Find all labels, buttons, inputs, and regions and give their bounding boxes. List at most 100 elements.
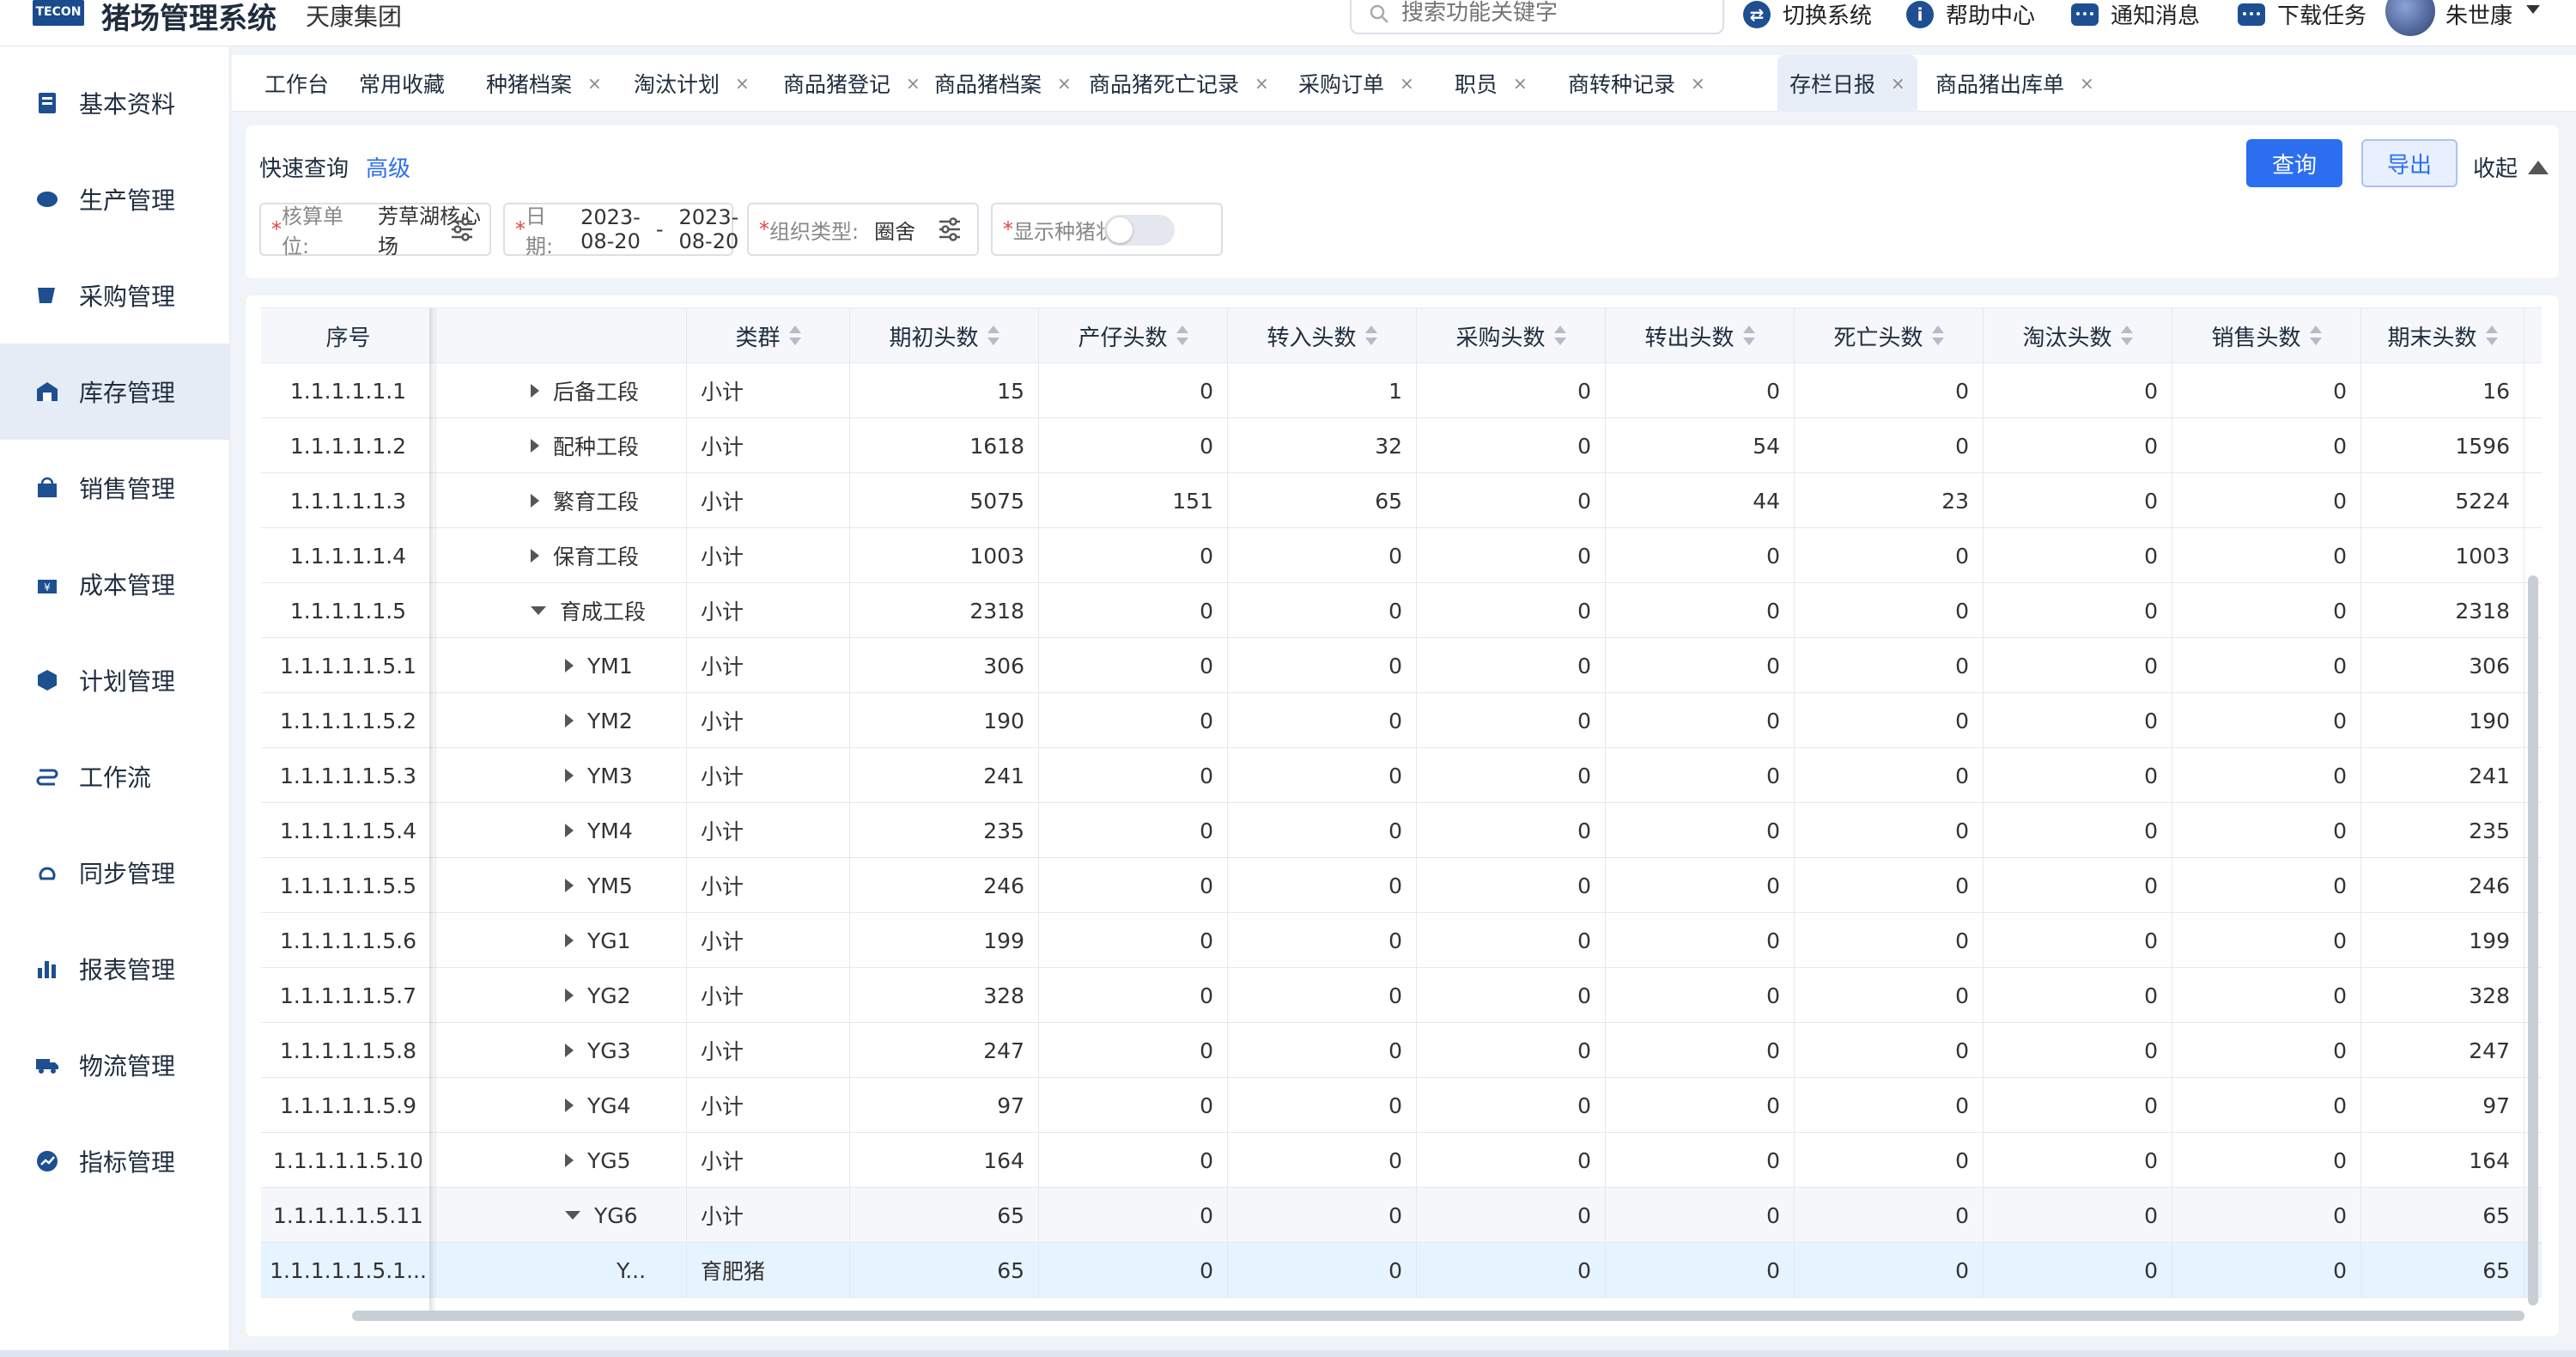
notification-button[interactable]: 通知消息: [2071, 0, 2200, 30]
caret-right-icon[interactable]: [565, 659, 574, 672]
sidebar-item[interactable]: ¥ 成本管理: [0, 536, 230, 632]
caret-right-icon[interactable]: [565, 1153, 574, 1167]
chevron-down-icon[interactable]: [2526, 5, 2540, 14]
tab[interactable]: 商品猪死亡记录 ×: [1077, 55, 1281, 112]
sort-icon[interactable]: [2120, 326, 2133, 346]
table-row[interactable]: 1.1.1.1.1.5.3 YM3 小计 241 0 0 0 0 0 0 0 241: [261, 748, 2542, 803]
column-header[interactable]: 期初头数: [850, 308, 1039, 363]
close-icon[interactable]: ×: [1255, 73, 1269, 94]
close-icon[interactable]: ×: [735, 73, 750, 94]
close-icon[interactable]: ×: [1891, 73, 1905, 94]
table-row[interactable]: 1.1.1.1.1.5.7 YG2 小计 328 0 0 0 0 0 0 0 328: [261, 968, 2542, 1023]
sidebar-item[interactable]: 采购管理: [0, 247, 230, 344]
collapse-button[interactable]: 收起: [2473, 151, 2549, 183]
tab[interactable]: 种猪档案 ×: [474, 55, 614, 112]
switch-system-button[interactable]: ⇄ 切换系统: [1743, 0, 1872, 30]
date-start-value[interactable]: 2023-08-20: [580, 205, 641, 253]
close-icon[interactable]: ×: [1400, 73, 1414, 94]
sidebar-item[interactable]: 报表管理: [0, 921, 230, 1017]
tab[interactable]: 淘汰计划 ×: [622, 55, 762, 112]
download-tasks-button[interactable]: 下载任务: [2238, 0, 2366, 30]
status-toggle[interactable]: [1104, 215, 1175, 246]
caret-right-icon[interactable]: [531, 384, 539, 398]
sidebar-item[interactable]: 指标管理: [0, 1113, 230, 1209]
avatar[interactable]: [2385, 0, 2435, 36]
table-row[interactable]: 1.1.1.1.1.4 保育工段 小计 1003 0 0 0 0 0 0 0 1003: [261, 528, 2542, 583]
caret-right-icon[interactable]: [565, 824, 574, 837]
user-name[interactable]: 朱世康: [2445, 0, 2512, 30]
column-header[interactable]: 死亡头数: [1795, 308, 1984, 363]
close-icon[interactable]: ×: [2080, 73, 2094, 94]
sidebar-item[interactable]: 计划管理: [0, 632, 230, 728]
tab[interactable]: 商转种记录 ×: [1556, 55, 1717, 112]
tab[interactable]: 常用收藏: [347, 55, 457, 112]
table-row[interactable]: 1.1.1.1.1.5.5 YM5 小计 246 0 0 0 0 0 0 0 246: [261, 858, 2542, 913]
table-row[interactable]: 1.1.1.1.1.5.1 YM1 小计 306 0 0 0 0 0 0 0 306: [261, 638, 2542, 693]
tab[interactable]: 职员 ×: [1443, 55, 1540, 112]
caret-right-icon[interactable]: [565, 934, 574, 947]
column-header[interactable]: 期末头数: [2361, 308, 2524, 363]
sidebar-item[interactable]: 基本资料: [0, 55, 230, 151]
table-row[interactable]: 1.1.1.1.1.3 繁育工段 小计 5075 151 65 0 44 23 0 0 5224: [261, 473, 2542, 528]
sort-icon[interactable]: [1553, 326, 1566, 346]
caret-right-icon[interactable]: [565, 769, 574, 782]
tab[interactable]: 商品猪档案 ×: [922, 55, 1084, 112]
horizontal-scrollbar[interactable]: [352, 1311, 2524, 1321]
close-icon[interactable]: ×: [1057, 73, 1072, 94]
caret-right-icon[interactable]: [565, 879, 574, 892]
table-row[interactable]: 1.1.1.1.1.1 后备工段 小计 15 0 1 0 0 0 0 0 16: [261, 363, 2542, 418]
sort-icon[interactable]: [2485, 326, 2498, 346]
sort-icon[interactable]: [2309, 326, 2322, 346]
column-header[interactable]: 销售头数: [2172, 308, 2361, 363]
close-icon[interactable]: ×: [1513, 73, 1528, 94]
tab[interactable]: 存栏日报 ×: [1777, 55, 1917, 112]
date-range-field[interactable]: * 日期: 2023-08-20 - 2023-08-20: [503, 203, 738, 259]
table-row[interactable]: 1.1.1.1.1.5.2 YM2 小计 190 0 0 0 0 0 0 0 190: [261, 693, 2542, 748]
accounting-unit-field[interactable]: * 核算单位: 芳草湖核心场: [259, 203, 491, 259]
help-center-button[interactable]: i 帮助中心: [1906, 0, 2035, 30]
table-row[interactable]: 1.1.1.1.1.2 配种工段 小计 1618 0 32 0 54 0 0 0 1596: [261, 418, 2542, 473]
sidebar-item[interactable]: 工作流: [0, 728, 230, 825]
caret-down-icon[interactable]: [531, 606, 546, 615]
sidebar-item[interactable]: 生产管理: [0, 151, 230, 247]
query-button[interactable]: 查询: [2246, 139, 2342, 187]
sort-icon[interactable]: [1742, 326, 1755, 346]
caret-right-icon[interactable]: [565, 1098, 574, 1112]
export-button[interactable]: 导出: [2361, 139, 2458, 187]
search-input[interactable]: [1401, 0, 1710, 26]
caret-right-icon[interactable]: [565, 714, 574, 727]
caret-right-icon[interactable]: [531, 494, 539, 508]
caret-down-icon[interactable]: [565, 1211, 580, 1220]
table-row[interactable]: 1.1.1.1.1.5.8 YG3 小计 247 0 0 0 0 0 0 0 247: [261, 1023, 2542, 1078]
org-type-field[interactable]: * 组织类型: 圈舍: [747, 203, 979, 256]
tab[interactable]: 商品猪登记 ×: [771, 55, 933, 112]
sidebar-item[interactable]: 库存管理: [0, 344, 230, 440]
sidebar-item[interactable]: 销售管理: [0, 440, 230, 536]
tab[interactable]: 工作台: [252, 55, 341, 112]
sort-icon[interactable]: [1176, 326, 1188, 346]
table-row[interactable]: 1.1.1.1.1.5.1... Y... 育肥猪 65 0 0 0 0 0 0 0 65: [261, 1243, 2542, 1298]
column-header[interactable]: 转出头数: [1606, 308, 1795, 363]
advanced-query-link[interactable]: 高级: [366, 151, 410, 183]
sort-icon[interactable]: [1364, 326, 1377, 346]
column-header[interactable]: 类群: [687, 308, 850, 363]
table-row[interactable]: 1.1.1.1.1.5.6 YG1 小计 199 0 0 0 0 0 0 0 199: [261, 913, 2542, 968]
sort-icon[interactable]: [1931, 326, 1944, 346]
filter-icon[interactable]: [938, 216, 962, 242]
tab[interactable]: 商品猪出库单 ×: [1923, 55, 2106, 112]
caret-right-icon[interactable]: [565, 989, 574, 1002]
sidebar-item[interactable]: 同步管理: [0, 825, 230, 921]
sort-icon[interactable]: [788, 326, 801, 346]
caret-right-icon[interactable]: [565, 1044, 574, 1057]
table-row[interactable]: 1.1.1.1.1.5.11 YG6 小计 65 0 0 0 0 0 0 0 65: [261, 1188, 2542, 1243]
close-icon[interactable]: ×: [906, 73, 920, 94]
vertical-scrollbar[interactable]: [2528, 575, 2538, 1305]
filter-icon[interactable]: [450, 216, 474, 242]
column-header[interactable]: 产仔头数: [1039, 308, 1228, 363]
column-header[interactable]: 采购头数: [1417, 308, 1606, 363]
function-search[interactable]: [1350, 0, 1724, 34]
column-header[interactable]: 转入头数: [1228, 308, 1417, 363]
close-icon[interactable]: ×: [587, 73, 602, 94]
close-icon[interactable]: ×: [1691, 73, 1705, 94]
table-row[interactable]: 1.1.1.1.1.5.10 YG5 小计 164 0 0 0 0 0 0 0 164: [261, 1133, 2542, 1188]
